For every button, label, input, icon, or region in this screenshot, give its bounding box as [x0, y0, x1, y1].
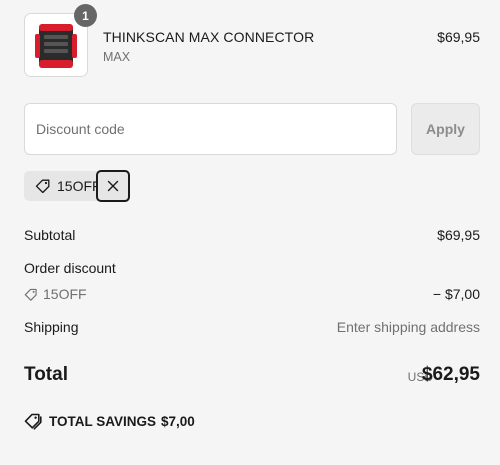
- shipping-row: Shipping Enter shipping address: [24, 319, 480, 335]
- order-discount-code-row: 15OFF − $7,00: [24, 286, 480, 304]
- order-discount-value: − $7,00: [432, 286, 480, 302]
- product-row: 1 THINKSCAN MAX CONNECTOR MAX $69,95: [24, 4, 480, 77]
- tag-icon: [35, 179, 50, 193]
- subtotal-label: Subtotal: [24, 227, 76, 243]
- apply-button[interactable]: Apply: [411, 103, 480, 155]
- shipping-label: Shipping: [24, 319, 79, 335]
- order-discount-row: Order discount: [24, 260, 480, 276]
- total-savings-label: TOTAL SAVINGS: [49, 414, 157, 429]
- total-amount: $62,95: [421, 364, 480, 385]
- order-discount-label: Order discount: [24, 260, 116, 276]
- close-icon: [107, 180, 119, 192]
- obd-connector-device-image: [35, 24, 77, 68]
- applied-discount-code: 15OFF: [57, 178, 101, 194]
- tag-icon: [24, 288, 37, 301]
- savings-tag-icon: [24, 413, 42, 430]
- quantity-badge: 1: [74, 4, 97, 27]
- order-discount-code: 15OFF: [43, 286, 87, 302]
- subtotal-value: $69,95: [437, 227, 480, 243]
- product-variant: MAX: [103, 50, 131, 64]
- total-label: Total: [24, 364, 68, 385]
- product-price: $69,95: [437, 29, 480, 45]
- product-name: THINKSCAN MAX CONNECTOR: [103, 29, 315, 45]
- subtotal-row: Subtotal $69,95: [24, 227, 480, 243]
- remove-discount-button[interactable]: [96, 170, 130, 202]
- total-savings-amount: $7,00: [161, 414, 195, 429]
- discount-code-input[interactable]: [24, 103, 397, 155]
- shipping-value: Enter shipping address: [336, 319, 480, 335]
